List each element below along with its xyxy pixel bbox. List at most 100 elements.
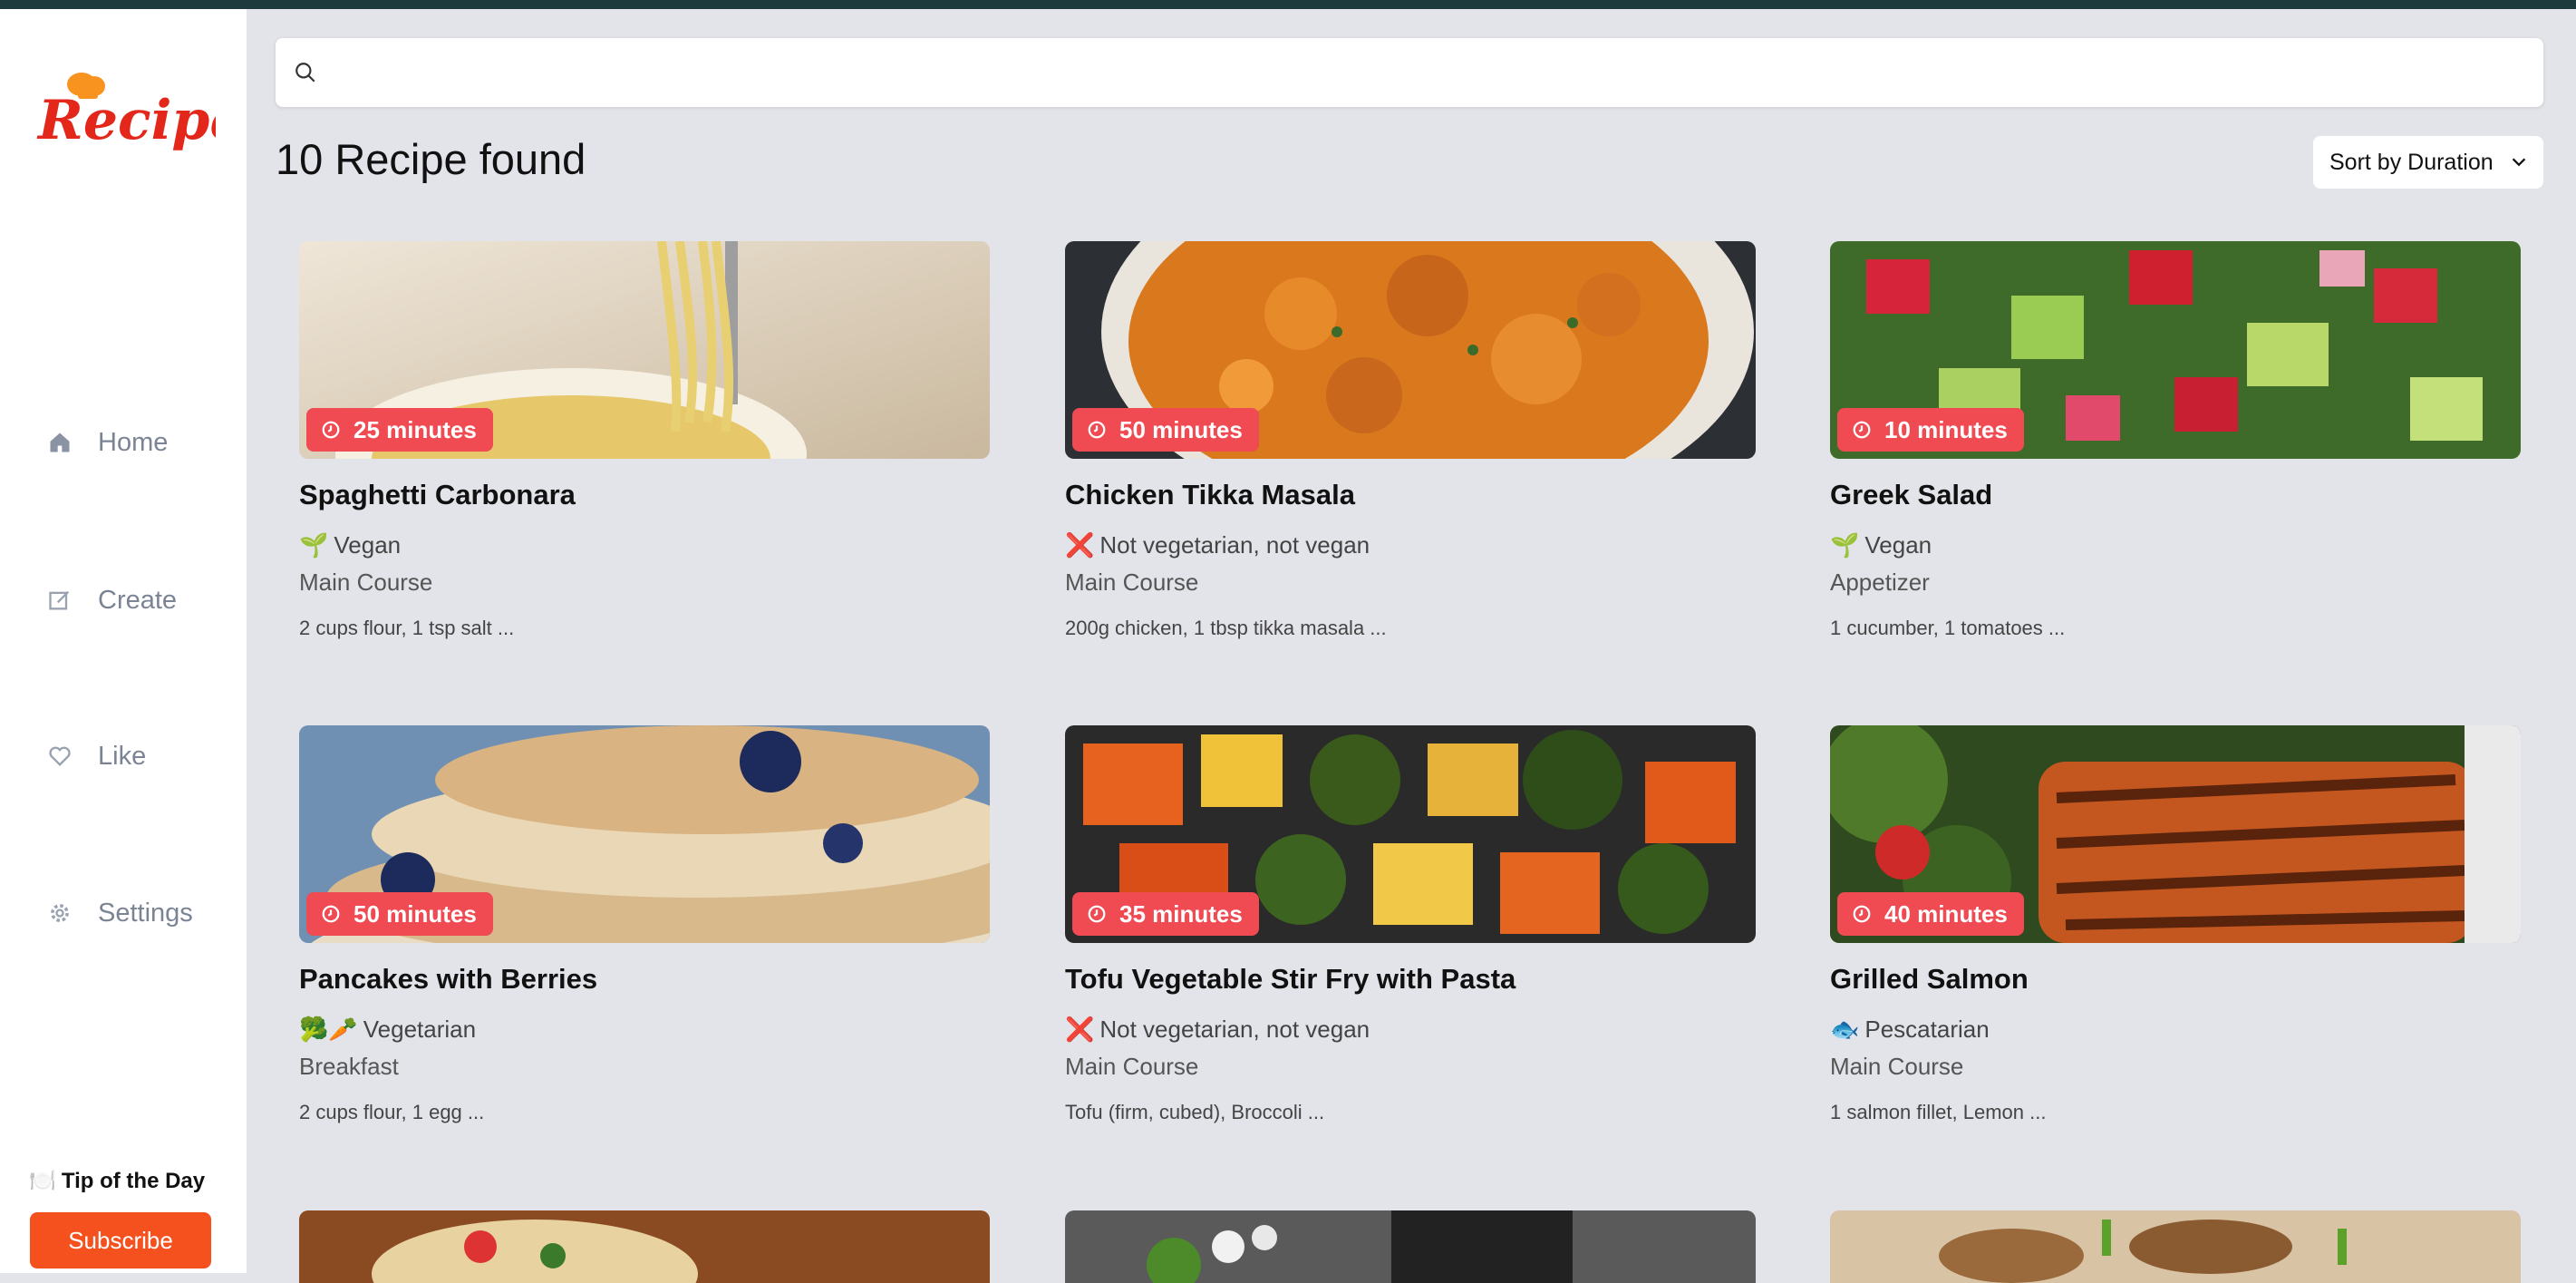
clock-icon: [322, 421, 340, 439]
chevron-down-icon: [2512, 158, 2526, 167]
duration-text: 35 minutes: [1119, 899, 1243, 928]
diet-icon: ❌: [1065, 1016, 1095, 1043]
svg-text:Recipes: Recipes: [36, 89, 216, 152]
sort-select[interactable]: Sort by Duration: [2313, 136, 2543, 189]
diet-label: ❌ Not vegetarian, not vegan: [1065, 531, 1756, 559]
diet-text: Vegan: [334, 531, 402, 559]
course-label: Main Course: [299, 569, 433, 596]
recipe-title[interactable]: Grilled Salmon: [1830, 963, 2521, 996]
results-count-title: 10 Recipe found: [276, 135, 586, 183]
recipe-image[interactable]: [299, 1210, 990, 1283]
recipe-image[interactable]: 50 minutes: [299, 725, 990, 943]
sidebar-item-create[interactable]: Create: [47, 573, 228, 627]
duration-text: 25 minutes: [353, 415, 477, 443]
diet-text: Not vegetarian, not vegan: [1099, 531, 1370, 559]
recipe-image[interactable]: 10 minutes: [1830, 241, 2521, 459]
recipe-card-tofu-vegetable-stir-fry[interactable]: 35 minutes Tofu Vegetable Stir Fry with …: [1065, 725, 1756, 1124]
duration-text: 50 minutes: [1119, 415, 1243, 443]
course-label: Main Course: [1065, 569, 1199, 596]
recipe-card-partial[interactable]: [1065, 1210, 1756, 1283]
diet-icon: 🌱: [299, 531, 329, 559]
clock-icon: [1853, 905, 1871, 923]
duration-badge: 25 minutes: [306, 408, 493, 452]
recipe-image[interactable]: 40 minutes: [1830, 725, 2521, 943]
recipe-card-spaghetti-carbonara[interactable]: 25 minutes Spaghetti Carbonara 🌱 Vegan M…: [299, 241, 990, 640]
diet-text: Pescatarian: [1864, 1016, 1990, 1043]
duration-badge: 50 minutes: [306, 892, 493, 936]
sidebar-item-label: Create: [98, 585, 178, 615]
recipe-card-chicken-tikka-masala[interactable]: 50 minutes Chicken Tikka Masala ❌ Not ve…: [1065, 241, 1756, 640]
recipe-image[interactable]: 25 minutes: [299, 241, 990, 459]
ingredients-preview: 2 cups flour, 1 tsp salt ...: [299, 617, 515, 639]
sort-label: Sort by Duration: [2329, 149, 2494, 175]
recipe-image[interactable]: [1065, 1210, 1756, 1283]
duration-text: 40 minutes: [1884, 899, 2008, 928]
search-bar[interactable]: [276, 38, 2543, 107]
recipe-title[interactable]: Chicken Tikka Masala: [1065, 479, 1756, 511]
diet-text: Vegetarian: [363, 1016, 477, 1043]
diet-label: 🌱 Vegan: [1830, 531, 2521, 559]
diet-label: 🥦🥕 Vegetarian: [299, 1016, 990, 1044]
ingredients-preview: 1 cucumber, 1 tomatoes ...: [1830, 617, 2066, 639]
ingredients-preview: Tofu (firm, cubed), Broccoli ...: [1065, 1101, 1325, 1123]
sidebar-item-home[interactable]: Home: [47, 415, 228, 470]
diet-label: ❌ Not vegetarian, not vegan: [1065, 1016, 1756, 1044]
course-label: Breakfast: [299, 1053, 399, 1080]
search-input[interactable]: [330, 45, 2543, 100]
diet-icon: 🌱: [1830, 531, 1860, 559]
duration-badge: 35 minutes: [1072, 892, 1259, 936]
sidebar-item-settings[interactable]: Settings: [47, 886, 228, 940]
diet-text: Vegan: [1864, 531, 1932, 559]
recipe-image[interactable]: 50 minutes: [1065, 241, 1756, 459]
clock-icon: [1088, 421, 1106, 439]
search-icon: [295, 63, 315, 83]
clock-icon: [1853, 421, 1871, 439]
duration-badge: 50 minutes: [1072, 408, 1259, 452]
diet-icon: 🐟: [1830, 1016, 1860, 1043]
chef-hat-icon: Recipes: [36, 73, 275, 152]
gear-icon: [51, 904, 69, 922]
clock-icon: [322, 905, 340, 923]
recipe-title[interactable]: Greek Salad: [1830, 479, 2521, 511]
ingredients-preview: 1 salmon fillet, Lemon ...: [1830, 1101, 2047, 1123]
sidebar: Recipes Home Create Like Settings 🍽️ Tip…: [0, 9, 275, 1273]
recipe-title[interactable]: Spaghetti Carbonara: [299, 479, 990, 511]
clock-icon: [1088, 905, 1106, 923]
sidebar-item-label: Home: [98, 427, 169, 457]
duration-badge: 40 minutes: [1837, 892, 2024, 936]
recipe-image[interactable]: 35 minutes: [1065, 725, 1756, 943]
recipe-card-greek-salad[interactable]: 10 minutes Greek Salad 🌱 Vegan Appetizer…: [1830, 241, 2521, 640]
diet-icon: ❌: [1065, 531, 1095, 559]
sidebar-item-label: Settings: [98, 898, 193, 928]
course-label: Main Course: [1830, 1053, 1964, 1080]
duration-text: 50 minutes: [353, 899, 477, 928]
tip-label: Tip of the Day: [61, 1168, 206, 1193]
recipe-title[interactable]: Pancakes with Berries: [299, 963, 990, 996]
edit-icon: [49, 590, 70, 610]
recipe-card-partial[interactable]: [299, 1210, 990, 1283]
home-icon: [50, 433, 70, 452]
tip-of-the-day[interactable]: 🍽️ Tip of the Day: [29, 1168, 205, 1194]
diet-label: 🐟 Pescatarian: [1830, 1016, 2521, 1044]
course-label: Main Course: [1065, 1053, 1199, 1080]
duration-text: 10 minutes: [1884, 415, 2008, 443]
recipe-card-partial[interactable]: [1830, 1210, 2521, 1283]
ingredients-preview: 200g chicken, 1 tbsp tikka masala ...: [1065, 617, 1387, 639]
course-label: Appetizer: [1830, 569, 1930, 596]
sidebar-item-like[interactable]: Like: [47, 729, 228, 783]
heart-icon: [49, 746, 71, 766]
diet-icon: 🥦🥕: [299, 1016, 358, 1043]
recipe-card-grilled-salmon[interactable]: 40 minutes Grilled Salmon 🐟 Pescatarian …: [1830, 725, 2521, 1124]
recipe-card-pancakes-with-berries[interactable]: 50 minutes Pancakes with Berries 🥦🥕 Vege…: [299, 725, 990, 1124]
diet-text: Not vegetarian, not vegan: [1099, 1016, 1370, 1043]
ingredients-preview: 2 cups flour, 1 egg ...: [299, 1101, 485, 1123]
sidebar-item-label: Like: [98, 741, 147, 771]
diet-label: 🌱 Vegan: [299, 531, 990, 559]
recipe-title[interactable]: Tofu Vegetable Stir Fry with Pasta: [1065, 963, 1756, 996]
window-top-bar: [0, 0, 2576, 9]
plate-icon: 🍽️: [29, 1169, 56, 1193]
recipe-image[interactable]: [1830, 1210, 2521, 1283]
duration-badge: 10 minutes: [1837, 408, 2024, 452]
subscribe-button[interactable]: Subscribe: [30, 1212, 211, 1268]
app-logo[interactable]: Recipes: [34, 59, 275, 168]
